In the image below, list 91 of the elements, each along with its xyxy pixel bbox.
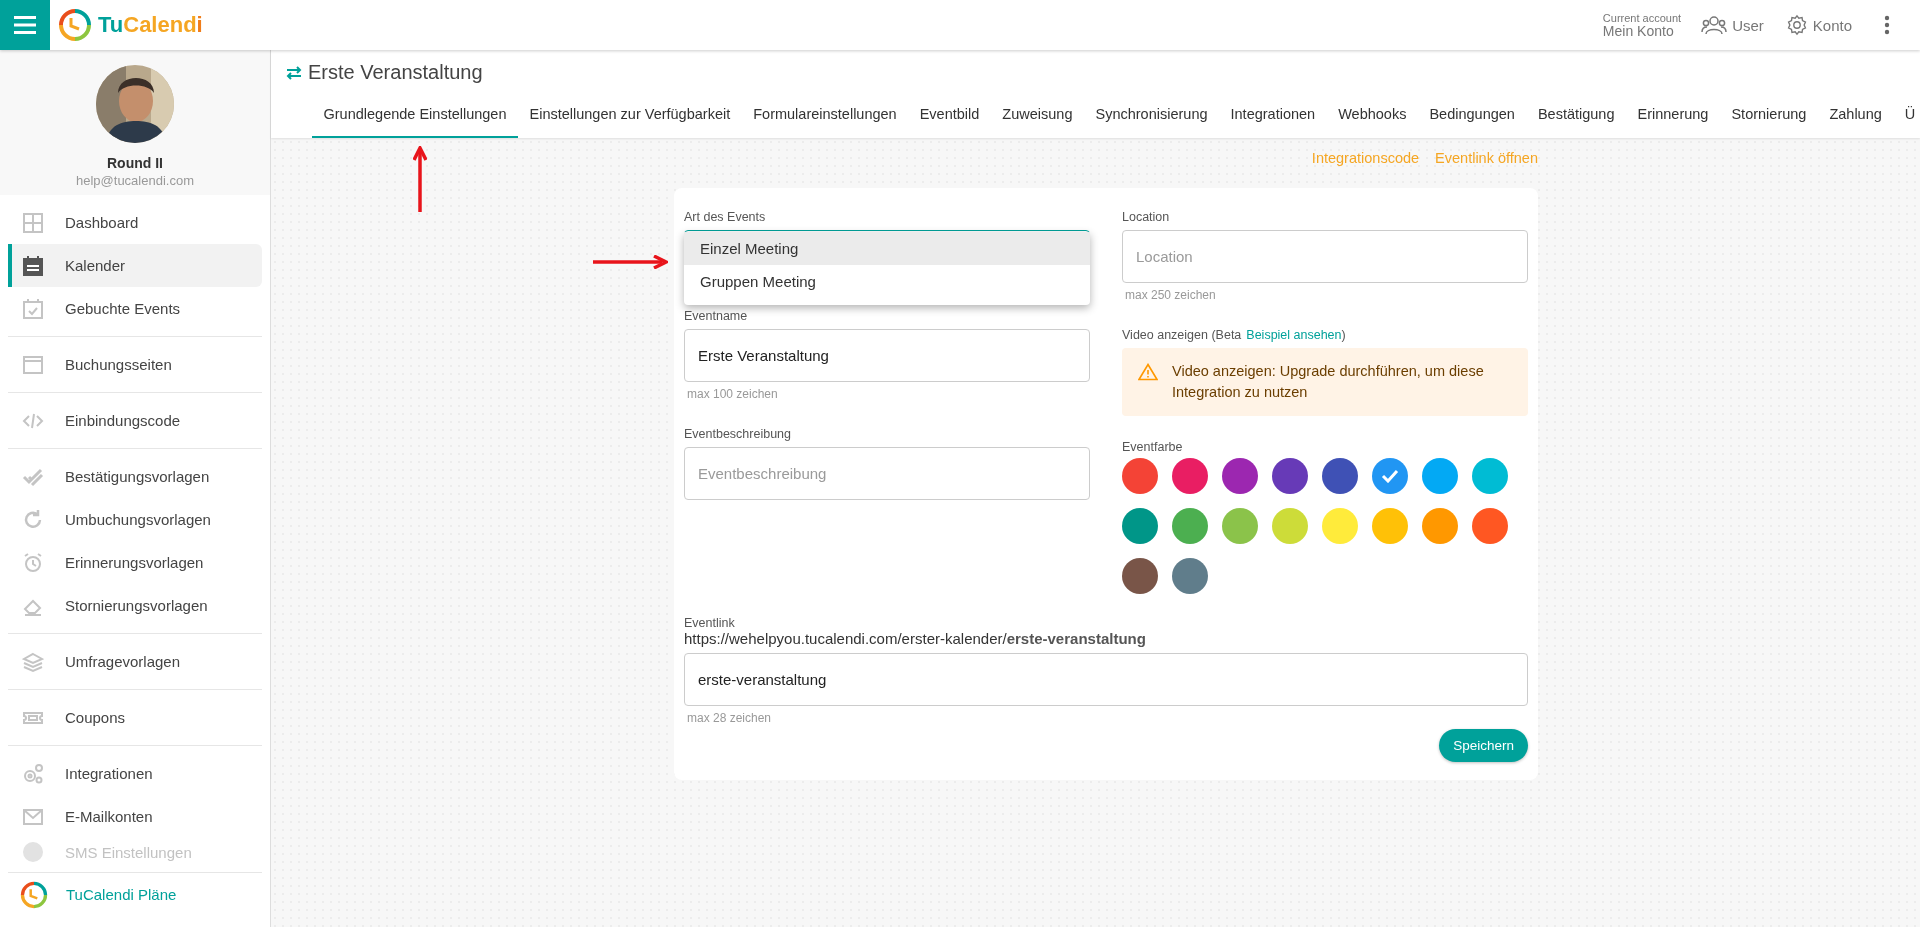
field-hint: max 250 zeichen bbox=[1125, 288, 1217, 302]
tab[interactable]: Eventbild bbox=[908, 92, 991, 138]
tab[interactable]: Stornierung bbox=[1719, 92, 1818, 138]
more-icon[interactable] bbox=[1884, 15, 1890, 35]
nav-item[interactable]: Kalender bbox=[8, 244, 262, 287]
color-swatch[interactable] bbox=[1272, 508, 1308, 544]
color-swatch[interactable] bbox=[1322, 508, 1358, 544]
logo-icon bbox=[58, 8, 92, 42]
alarm-clock-icon bbox=[22, 551, 44, 574]
color-swatch[interactable] bbox=[1272, 458, 1308, 494]
field-label: Art des Events bbox=[684, 210, 767, 224]
profile-email: help@tucalendi.com bbox=[76, 173, 194, 188]
calendar-icon bbox=[22, 254, 44, 277]
field-label: Eventname bbox=[684, 309, 749, 323]
color-swatch[interactable] bbox=[1122, 508, 1158, 544]
gears-icon bbox=[22, 762, 44, 785]
browser-window-icon bbox=[22, 353, 44, 376]
menu-icon bbox=[14, 16, 36, 34]
tab[interactable]: Bedingungen bbox=[1417, 92, 1527, 138]
nav-item[interactable]: Stornierungsvorlagen bbox=[8, 584, 262, 627]
color-swatch[interactable] bbox=[1122, 558, 1158, 594]
nav-item[interactable]: Integrationen bbox=[8, 752, 262, 795]
nav-item[interactable]: Erinnerungsvorlagen bbox=[8, 541, 262, 584]
field-label: Eventfarbe bbox=[1122, 440, 1184, 454]
tab[interactable]: Zahlung bbox=[1817, 92, 1894, 138]
field-label: Eventlink bbox=[684, 616, 736, 630]
field-label: Location bbox=[1122, 210, 1171, 224]
color-swatch[interactable] bbox=[1322, 458, 1358, 494]
nav-item[interactable]: Dashboard bbox=[8, 201, 262, 244]
nav-item[interactable]: E-Mailkonten bbox=[8, 795, 262, 838]
calendar-check-icon bbox=[22, 297, 44, 320]
nav-item[interactable]: Buchungsseiten bbox=[8, 343, 262, 386]
event-link-field[interactable]: erste-veranstaltung bbox=[684, 653, 1528, 706]
tab[interactable]: Einstellungen zur Verfügbarkeit bbox=[518, 92, 742, 138]
event-url: https://wehelpyou.tucalendi.com/erster-kalender/erste-veranstaltung bbox=[684, 630, 1147, 647]
profile-name: Round II bbox=[107, 155, 163, 171]
nav-item[interactable]: Umfragevorlagen bbox=[8, 640, 262, 683]
user-button[interactable]: User bbox=[1697, 15, 1768, 35]
event-name-field[interactable]: Erste Veranstaltung bbox=[684, 329, 1090, 382]
location-field[interactable]: Location bbox=[1122, 230, 1528, 283]
tab[interactable]: Bestätigung bbox=[1526, 92, 1626, 138]
users-icon bbox=[1701, 15, 1728, 35]
color-swatch[interactable] bbox=[1372, 508, 1408, 544]
active-indicator bbox=[8, 244, 12, 287]
nav-item[interactable]: Bestätigungsvorlagen bbox=[8, 455, 262, 498]
color-swatch[interactable] bbox=[1422, 458, 1458, 494]
page-title: Erste Veranstaltung bbox=[308, 61, 483, 84]
tab[interactable]: Erinnerung bbox=[1626, 92, 1720, 138]
color-swatch[interactable] bbox=[1172, 508, 1208, 544]
refresh-icon bbox=[22, 508, 44, 531]
account-name: Mein Konto bbox=[1602, 23, 1675, 38]
tab[interactable]: Formulareinstellungen bbox=[741, 92, 909, 138]
field-label: Eventbeschreibung bbox=[684, 427, 793, 441]
swap-icon[interactable] bbox=[286, 65, 302, 80]
warning-icon bbox=[1138, 363, 1158, 381]
tab[interactable]: Integrationen bbox=[1219, 92, 1327, 138]
nav-item[interactable]: Gebuchte Events bbox=[8, 287, 262, 330]
description-field[interactable]: Eventbeschreibung bbox=[684, 447, 1090, 500]
menu-button[interactable] bbox=[0, 0, 50, 50]
field-hint: max 28 zeichen bbox=[687, 711, 773, 725]
gear-icon bbox=[1785, 14, 1808, 36]
dropdown-option[interactable]: Gruppen Meeting bbox=[684, 265, 1090, 298]
nav-item[interactable]: Umbuchungsvorlagen bbox=[8, 498, 262, 541]
nav-item[interactable]: Einbindungscode bbox=[8, 399, 262, 442]
tab[interactable]: Zuweisung bbox=[990, 92, 1084, 138]
paren-text: ) bbox=[1341, 328, 1346, 342]
warning-text: Video anzeigen: Upgrade durchführen, um diese Integration zu nutzen bbox=[1172, 362, 1485, 402]
logo-text: TuCalendi bbox=[98, 12, 203, 38]
color-swatch[interactable] bbox=[1472, 458, 1508, 494]
grid-icon bbox=[22, 211, 44, 234]
layers-icon bbox=[22, 650, 44, 673]
dropdown-option[interactable]: Einzel Meeting bbox=[684, 232, 1090, 265]
settings-button[interactable]: Konto bbox=[1781, 14, 1856, 36]
color-swatch[interactable] bbox=[1372, 458, 1408, 494]
color-swatch[interactable] bbox=[1122, 458, 1158, 494]
logo-icon bbox=[20, 880, 48, 909]
color-swatch[interactable] bbox=[1172, 458, 1208, 494]
color-swatch[interactable] bbox=[1222, 508, 1258, 544]
tab[interactable]: Grundlegende Einstellungen bbox=[312, 92, 518, 138]
tab[interactable]: Synchronisierung bbox=[1083, 92, 1219, 138]
account-caption: Current account bbox=[1602, 12, 1682, 24]
color-swatch[interactable] bbox=[1472, 508, 1508, 544]
color-swatch[interactable] bbox=[1172, 558, 1208, 594]
color-swatch[interactable] bbox=[1422, 508, 1458, 544]
field-label: Video anzeigen (Beta bbox=[1122, 328, 1242, 342]
annotation-arrow bbox=[413, 146, 427, 214]
field-hint: max 100 zeichen bbox=[687, 387, 779, 401]
tab[interactable]: Ü bbox=[1893, 92, 1920, 138]
tab[interactable]: Webhooks bbox=[1326, 92, 1418, 138]
color-swatch[interactable] bbox=[1222, 458, 1258, 494]
nav-item[interactable]: Coupons bbox=[8, 696, 262, 739]
